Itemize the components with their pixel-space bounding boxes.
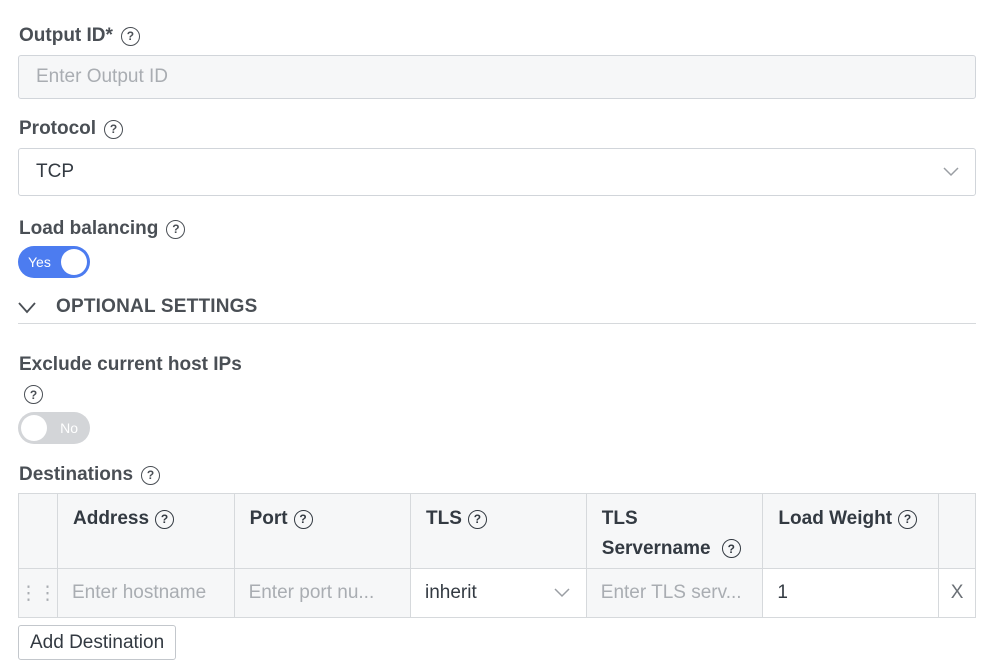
output-id-label: Output ID* ? <box>19 25 140 47</box>
remove-column-header <box>938 493 976 569</box>
close-icon: X <box>950 582 964 603</box>
table-header-row: Address? Port? TLS? TLS Servername ? Loa… <box>18 493 976 569</box>
question-circle-icon[interactable]: ? <box>467 509 487 529</box>
column-header-port: Port? <box>233 493 411 569</box>
drag-column-header <box>18 493 58 569</box>
toggle-knob <box>21 415 47 441</box>
load-balancing-toggle[interactable]: Yes <box>18 246 90 278</box>
chevron-down-icon <box>18 302 36 314</box>
drag-handle-icon[interactable]: ⋮⋮ <box>18 568 58 618</box>
protocol-value: TCP <box>36 161 74 182</box>
question-circle-icon[interactable]: ? <box>155 509 175 529</box>
optional-settings-title: OPTIONAL SETTINGS <box>56 296 258 317</box>
output-id-placeholder: Enter Output ID <box>36 66 169 87</box>
tls-select[interactable]: inherit <box>409 568 587 618</box>
load-weight-input[interactable]: 1 <box>762 568 940 618</box>
toggle-state-text: No <box>60 420 78 436</box>
question-circle-icon[interactable]: ? <box>104 119 124 139</box>
question-circle-icon[interactable]: ? <box>24 385 43 404</box>
column-header-tls: TLS? <box>409 493 587 569</box>
chevron-down-icon <box>554 588 570 598</box>
exclude-host-ips-toggle[interactable]: No <box>18 412 90 444</box>
destinations-table: Address? Port? TLS? TLS Servername ? Loa… <box>18 493 976 618</box>
question-circle-icon[interactable]: ? <box>293 509 313 529</box>
column-header-address: Address? <box>57 493 235 569</box>
question-circle-icon[interactable]: ? <box>120 26 140 46</box>
tls-servername-input[interactable]: Enter TLS serv... <box>585 568 764 618</box>
exclude-host-ips-label: Exclude current host IPs <box>19 354 242 375</box>
toggle-state-text: Yes <box>28 254 51 270</box>
table-row: ⋮⋮ Enter hostname Enter port nu... inher… <box>18 568 976 618</box>
column-header-tls-servername: TLS Servername ? <box>585 493 764 569</box>
protocol-select[interactable]: TCP <box>18 148 976 196</box>
add-destination-button[interactable]: Add Destination <box>18 625 177 660</box>
output-id-input[interactable]: Enter Output ID <box>18 55 976 99</box>
column-header-load-weight: Load Weight? <box>762 493 940 569</box>
question-circle-icon[interactable]: ? <box>166 219 186 239</box>
address-input[interactable]: Enter hostname <box>57 568 235 618</box>
protocol-label: Protocol ? <box>19 118 124 140</box>
load-balancing-label: Load balancing ? <box>19 218 186 240</box>
optional-settings-header[interactable]: OPTIONAL SETTINGS <box>18 296 976 324</box>
chevron-down-icon <box>943 167 959 177</box>
tls-value: inherit <box>424 582 477 603</box>
destinations-label: Destinations ? <box>19 464 161 486</box>
remove-row-button[interactable]: X <box>938 568 976 618</box>
toggle-knob <box>61 249 87 275</box>
port-input[interactable]: Enter port nu... <box>233 568 411 618</box>
question-circle-icon[interactable]: ? <box>721 539 741 559</box>
question-circle-icon[interactable]: ? <box>898 509 918 529</box>
question-circle-icon[interactable]: ? <box>141 465 161 485</box>
